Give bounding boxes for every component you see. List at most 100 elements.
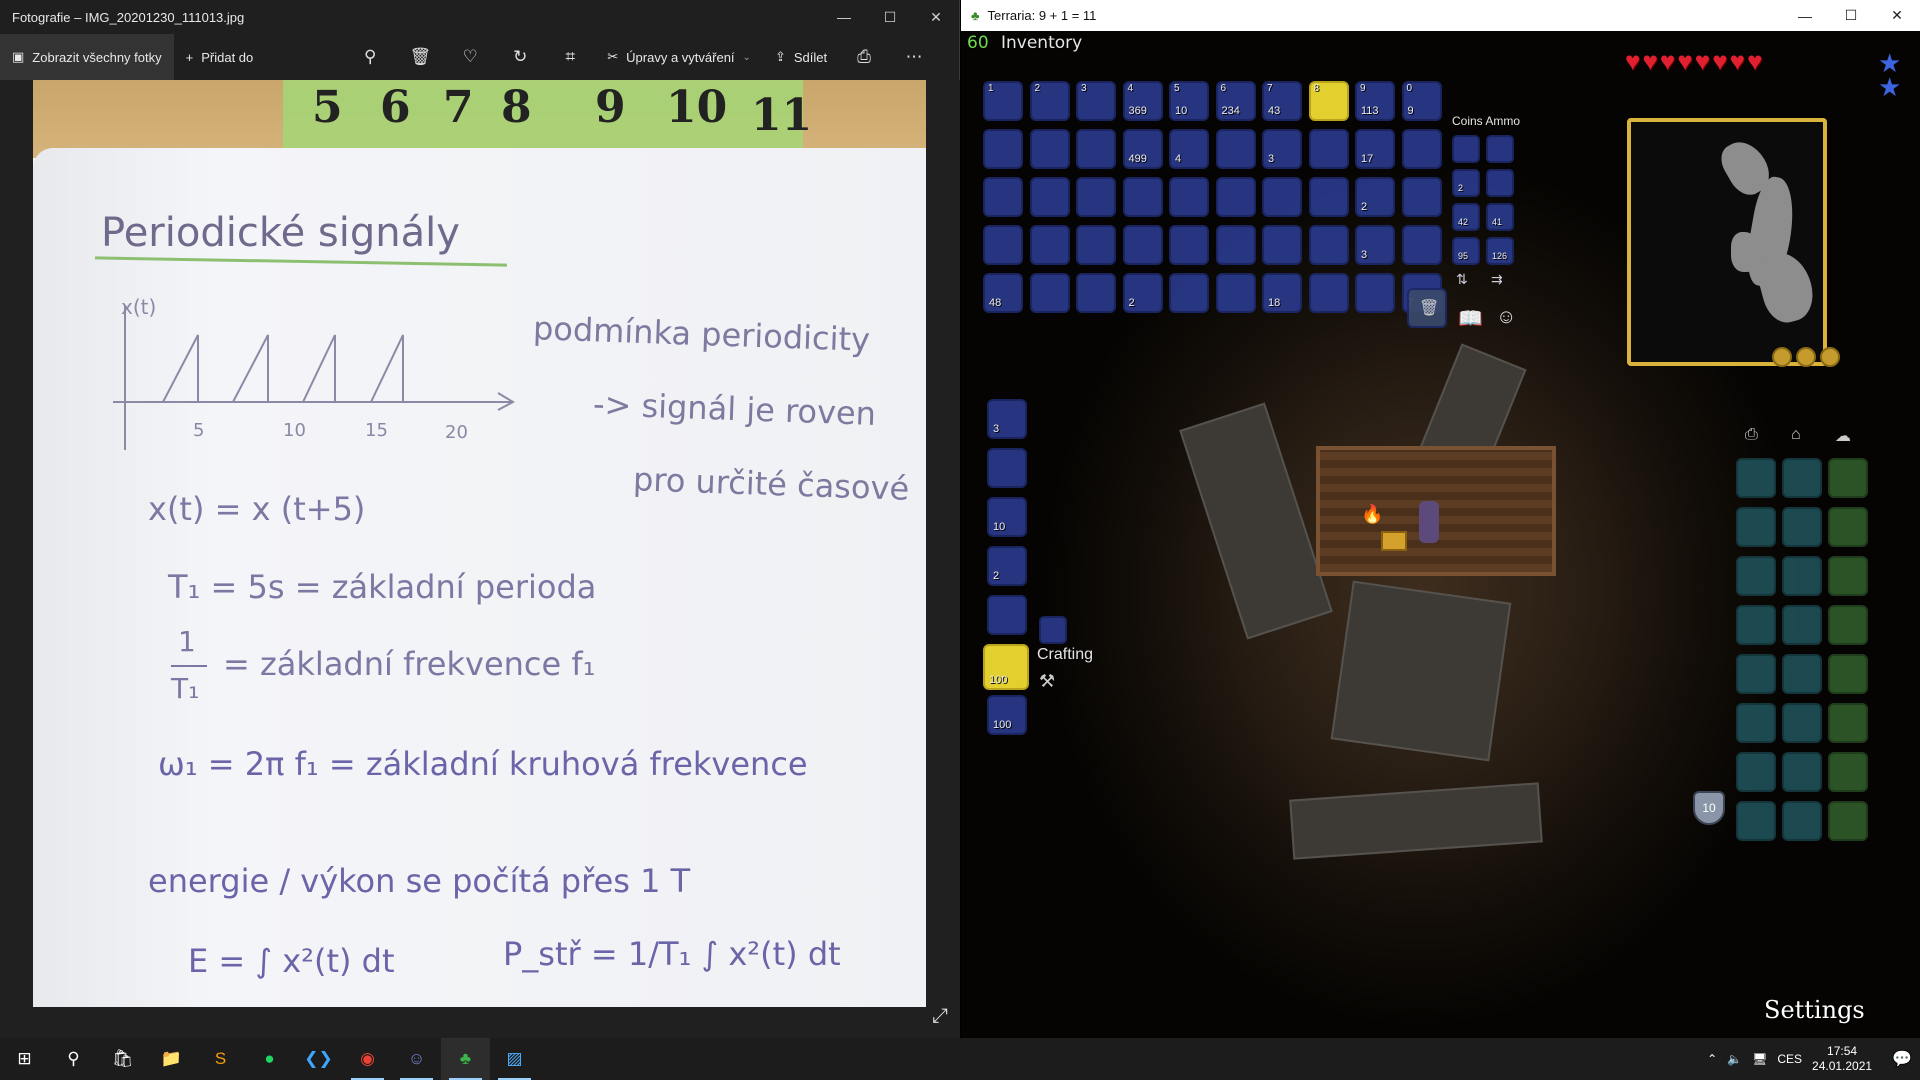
search-icon[interactable]: ⚲ — [49, 1038, 98, 1080]
hotbar-slot[interactable]: 9 113 — [1355, 81, 1395, 121]
equipment-slot[interactable] — [1828, 507, 1868, 547]
input-language[interactable]: CES — [1777, 1052, 1802, 1066]
hotbar-slot[interactable]: 1 — [983, 81, 1023, 121]
crafting-recipe-slot[interactable]: 100 — [987, 695, 1027, 735]
inventory-slot[interactable] — [1401, 225, 1442, 265]
close-icon[interactable]: ✕ — [913, 0, 959, 34]
equipment-slot[interactable] — [1828, 654, 1868, 694]
notifications-icon[interactable]: 💬 — [1892, 1049, 1912, 1069]
hammer-icon[interactable]: ⚒ — [1039, 671, 1055, 692]
minimize-icon[interactable]: — — [821, 0, 867, 34]
vanity-slot[interactable] — [1782, 703, 1822, 743]
close-icon[interactable]: ✕ — [1874, 0, 1920, 31]
crafting-recipe-slot[interactable]: 3 — [987, 399, 1027, 439]
file-explorer-icon[interactable]: 📁 — [147, 1038, 196, 1080]
minimize-icon[interactable]: — — [1782, 0, 1828, 31]
inventory-slot[interactable] — [1308, 225, 1349, 265]
vscode-icon[interactable]: ❮❯ — [294, 1038, 343, 1080]
terraria-taskbar-icon[interactable]: ♣ — [441, 1038, 490, 1080]
inventory-slot[interactable] — [1029, 177, 1070, 217]
crafting-recipe-slot[interactable]: 100 — [983, 644, 1029, 690]
minimap-toggle-button[interactable] — [1820, 347, 1840, 367]
inventory-slot[interactable] — [1169, 273, 1209, 313]
inventory-slot[interactable] — [1215, 273, 1256, 313]
inventory-slot[interactable] — [983, 129, 1023, 169]
inventory-slot[interactable] — [1355, 273, 1395, 313]
sublime-text-icon[interactable]: S — [196, 1038, 245, 1080]
volume-icon[interactable]: 🔈 — [1727, 1052, 1742, 1066]
equipment-slot[interactable] — [1828, 556, 1868, 596]
vanity-slot[interactable] — [1782, 458, 1822, 498]
inventory-slot[interactable]: 3 — [1262, 129, 1302, 169]
network-icon[interactable]: 🖥 — [1752, 1052, 1767, 1066]
equipment-slot[interactable] — [1828, 801, 1868, 841]
inventory-slot[interactable] — [1169, 177, 1209, 217]
dye-slot[interactable] — [1736, 801, 1776, 841]
clock[interactable]: 17:54 24.01.2021 — [1812, 1044, 1872, 1074]
start-icon[interactable]: ⊞ — [0, 1038, 49, 1080]
maximize-icon[interactable]: ☐ — [867, 0, 913, 34]
minimap-zoom-out-button[interactable] — [1796, 347, 1816, 367]
equipment-slot[interactable] — [1828, 703, 1868, 743]
hotbar-slot[interactable]: 4 369 — [1122, 81, 1163, 121]
inventory-slot[interactable] — [1029, 225, 1070, 265]
coin-ammo-slot[interactable]: 2 — [1452, 169, 1480, 197]
hotbar-slot[interactable]: 8 — [1308, 81, 1349, 121]
dye-slot[interactable] — [1736, 654, 1776, 694]
inventory-slot[interactable] — [1076, 273, 1116, 313]
crafting-recipe-slot[interactable] — [987, 448, 1027, 488]
inventory-slot[interactable]: 4 — [1169, 129, 1209, 169]
crop-icon[interactable]: ⌗ — [545, 34, 595, 80]
inventory-slot[interactable]: 3 — [1355, 225, 1395, 265]
housing-icon[interactable]: ⌂ — [1791, 426, 1801, 444]
zoom-icon[interactable]: ⚲ — [345, 34, 395, 80]
vanity-slot[interactable] — [1782, 556, 1822, 596]
dye-slot[interactable] — [1736, 556, 1776, 596]
print-icon[interactable]: ⎙ — [839, 34, 889, 80]
minimap-zoom-in-button[interactable] — [1772, 347, 1792, 367]
inventory-slot[interactable] — [1076, 129, 1116, 169]
coin-ammo-slot[interactable]: 41 — [1486, 203, 1514, 231]
delete-icon[interactable]: 🗑 — [395, 34, 445, 80]
inventory-slot[interactable] — [1215, 177, 1256, 217]
inventory-slot[interactable] — [983, 177, 1023, 217]
inventory-slot[interactable]: 18 — [1262, 273, 1302, 313]
rotate-icon[interactable]: ↻ — [495, 34, 545, 80]
inventory-slot[interactable]: 499 — [1122, 129, 1163, 169]
coin-ammo-slot[interactable]: 42 — [1452, 203, 1480, 231]
dye-slot[interactable] — [1736, 605, 1776, 645]
emote-wheel-icon[interactable]: ☁ — [1835, 426, 1851, 446]
chrome-icon[interactable]: ◉ — [343, 1038, 392, 1080]
vanity-slot[interactable] — [1782, 654, 1822, 694]
minimap[interactable] — [1627, 118, 1827, 366]
hotbar-slot[interactable]: 6 234 — [1215, 81, 1256, 121]
trash-slot[interactable]: 🗑 — [1407, 288, 1447, 328]
inventory-slot[interactable]: 48 — [983, 273, 1023, 313]
crafting-recipe-slot[interactable]: 10 — [987, 497, 1027, 537]
camera-icon[interactable]: ⎙ — [1745, 426, 1758, 444]
inventory-slot[interactable] — [1029, 273, 1070, 313]
inventory-slot[interactable] — [1401, 177, 1442, 217]
chevron-up-icon[interactable]: ⌃ — [1707, 1052, 1717, 1066]
crafting-recipe-slot[interactable]: 2 — [987, 546, 1027, 586]
inventory-slot[interactable] — [1215, 225, 1256, 265]
coin-ammo-slot[interactable] — [1452, 135, 1480, 163]
settings-button[interactable]: Settings — [1764, 996, 1865, 1024]
deposit-icon[interactable]: ⇉ — [1491, 271, 1503, 288]
inventory-slot[interactable]: 2 — [1122, 273, 1163, 313]
game-viewport[interactable]: 🔥 60 Inventory Coins Ammo 1 2 3 4 369 5 10 6 234… — [961, 31, 1920, 1038]
bestiary-icon[interactable]: 📖 — [1458, 306, 1483, 331]
coin-ammo-slot[interactable]: 126 — [1486, 237, 1514, 265]
equipment-slot[interactable] — [1828, 458, 1868, 498]
equipment-slot[interactable] — [1828, 605, 1868, 645]
photos-taskbar-icon[interactable]: ▨ — [490, 1038, 539, 1080]
share-button[interactable]: ⇪ Sdílet — [763, 34, 839, 80]
inventory-slot[interactable] — [1262, 177, 1302, 217]
vanity-slot[interactable] — [1782, 605, 1822, 645]
edit-create-button[interactable]: ✂ Úpravy a vytváření ⌄ — [595, 34, 763, 80]
store-icon[interactable]: 🛍 — [98, 1038, 147, 1080]
dye-slot[interactable] — [1736, 507, 1776, 547]
inventory-slot[interactable]: 2 — [1355, 177, 1395, 217]
more-icon[interactable]: ⋯ — [889, 34, 939, 80]
inventory-slot[interactable] — [1029, 129, 1070, 169]
